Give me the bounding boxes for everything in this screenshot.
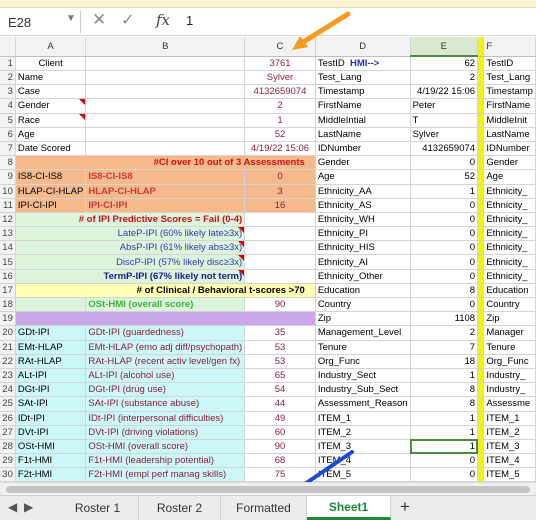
add-sheet-icon[interactable]: +	[400, 497, 410, 517]
scrollbar-thumb[interactable]	[6, 486, 530, 493]
blue-annotation-arrow	[284, 450, 354, 498]
prev-sheet-icon[interactable]: ◀	[8, 500, 17, 514]
next-sheet-icon[interactable]: ▶	[24, 500, 33, 514]
tab-sheet1[interactable]: Sheet1	[307, 496, 391, 520]
tab-roster-2[interactable]: Roster 2	[139, 496, 221, 520]
tab-formatted[interactable]: Formatted	[221, 496, 307, 520]
sheet-tab-bar: ◀ ▶ Roster 1 Roster 2 Formatted Sheet1 +	[0, 495, 536, 520]
horizontal-scrollbar[interactable]	[0, 482, 536, 495]
tab-roster-1[interactable]: Roster 1	[57, 496, 139, 520]
